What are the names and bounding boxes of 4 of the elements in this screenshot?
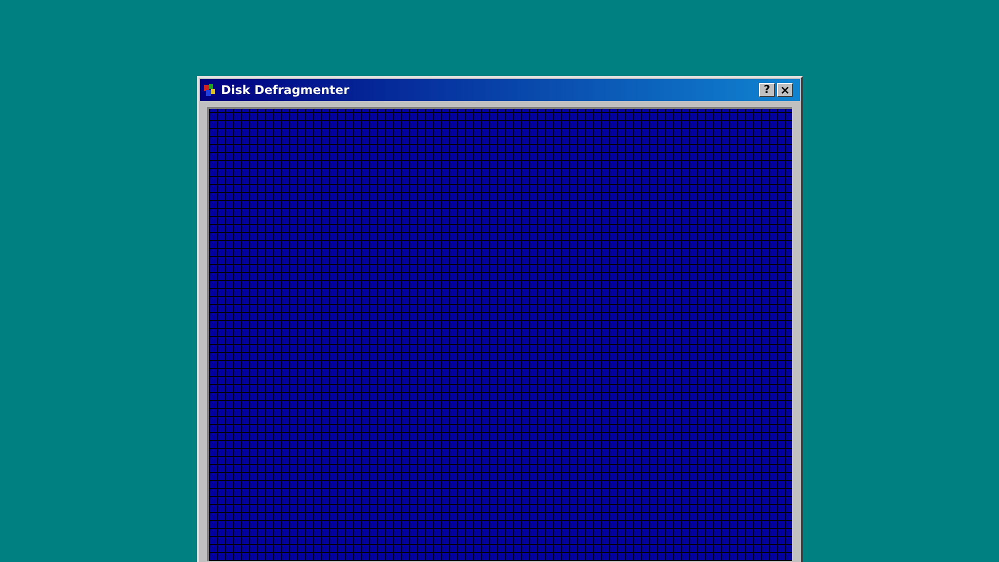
close-button[interactable]: × [777,83,793,97]
defrag-icon [203,83,217,97]
window-title: Disk Defragmenter [221,82,350,99]
help-button[interactable]: ? [759,83,775,97]
